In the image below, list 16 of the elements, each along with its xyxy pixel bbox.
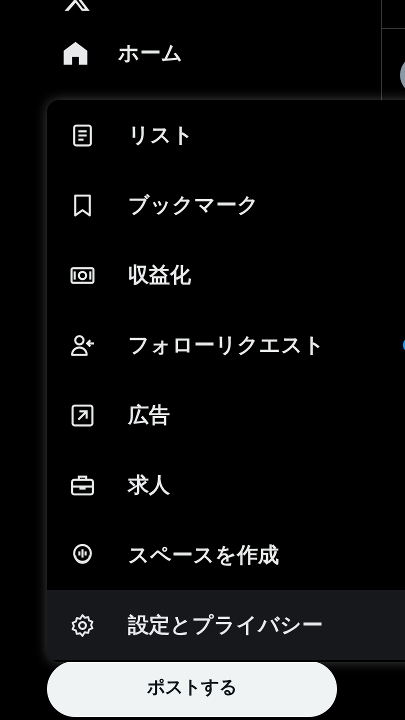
menu-item[interactable]: 設定とプライバシー: [47, 590, 405, 660]
menu-item[interactable]: フォローリクエスト: [47, 310, 405, 380]
menu-item[interactable]: リスト: [47, 100, 405, 170]
menu-item[interactable]: スペースを作成: [47, 520, 405, 590]
post-button[interactable]: ポストする: [47, 661, 337, 717]
home-nav-item[interactable]: ホーム: [62, 38, 183, 68]
arrow-square-icon: [70, 402, 95, 428]
menu-item[interactable]: 収益化: [47, 240, 405, 310]
person-arrow-icon: [70, 332, 95, 358]
briefcase-icon: [70, 472, 95, 498]
menu-item[interactable]: 求人: [47, 450, 405, 520]
menu-item[interactable]: 広告: [47, 380, 405, 450]
settings-icon: [70, 612, 95, 638]
menu-item[interactable]: ブックマーク: [47, 170, 405, 240]
house-icon: [62, 40, 89, 66]
list-icon: [70, 122, 95, 148]
